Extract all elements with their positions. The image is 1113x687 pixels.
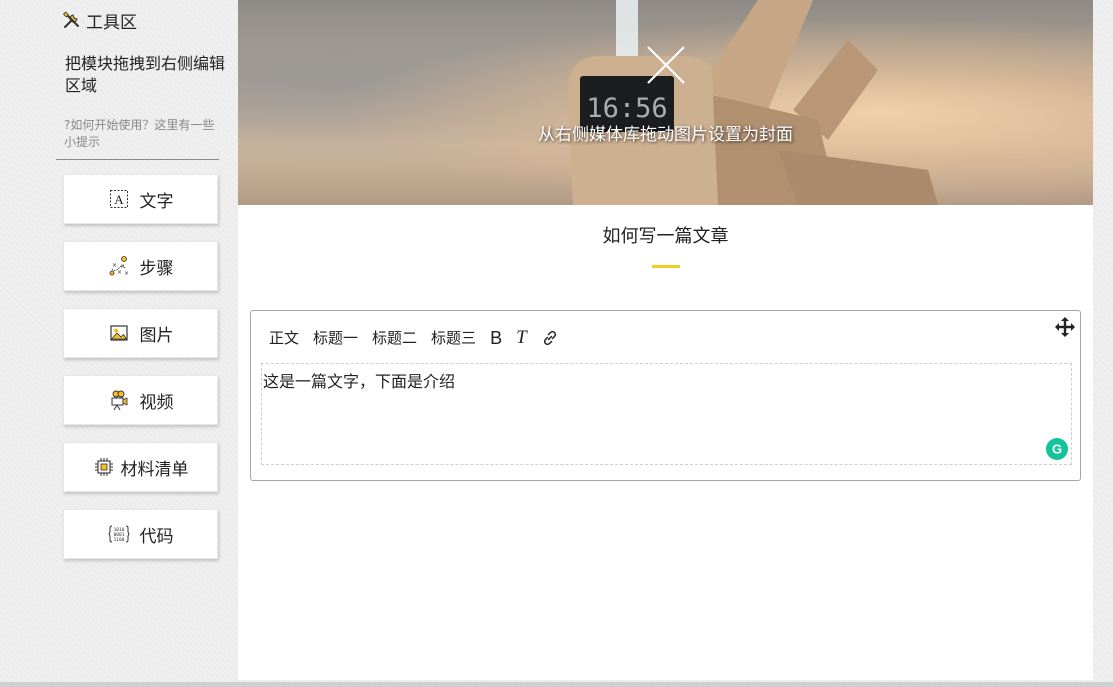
format-h3-button[interactable]: 标题三 [431,327,476,349]
cover-instruction: 从右侧媒体库拖动图片设置为封面 [538,125,793,145]
link-icon[interactable] [541,329,559,347]
tool-header-title: 工具区 [86,13,137,33]
bold-button[interactable]: B [490,327,502,349]
svg-text:A: A [114,192,124,207]
sidebar-divider [56,159,219,160]
svg-text:×: × [112,262,117,269]
sidebar: 工具区 把模块拖拽到右侧编辑区域 ?如何开始使用？这里有一些小提示 A 文字 ×… [0,0,238,687]
close-icon[interactable] [646,45,686,85]
module-materials[interactable]: 材料清单 [63,442,218,492]
grammar-check-badge: G [1052,442,1062,457]
tool-header: 工具区 [62,8,137,33]
module-video[interactable]: 视频 [63,375,218,425]
svg-text:×: × [117,269,122,276]
module-image-label: 图片 [139,325,174,346]
drag-instruction: 把模块拖拽到右侧编辑区域 [65,54,226,95]
module-code[interactable]: 1010 0001 1100 代码 [63,509,218,559]
chip-icon [93,456,115,478]
code-icon: 1010 0001 1100 [107,523,130,545]
format-h1-button[interactable]: 标题一 [313,327,358,349]
editor-area: 16:56 从右侧媒体库拖动图片设置为封面 如何写一篇文章 正文 标题一 标题二… [238,0,1093,680]
module-steps[interactable]: × × × × 步骤 [63,241,218,291]
module-video-label: 视频 [139,392,174,413]
module-text[interactable]: A 文字 [63,174,218,224]
svg-text:×: × [124,270,129,277]
module-text-label: 文字 [139,191,174,212]
italic-button[interactable]: T [516,327,527,349]
video-icon [108,389,130,411]
format-h2-button[interactable]: 标题二 [372,327,417,349]
text-icon: A [108,188,130,210]
steps-icon: × × × × [108,255,130,277]
module-image[interactable]: 图片 [63,308,218,358]
module-steps-label: 步骤 [139,258,174,279]
format-body-button[interactable]: 正文 [269,327,299,349]
title-accent-bar [652,265,680,268]
move-icon[interactable] [1054,316,1076,338]
image-icon [108,322,130,344]
format-toolbar: 正文 标题一 标题二 标题三 B T [269,327,559,349]
svg-text:1100: 1100 [113,537,124,543]
cover-image-dropzone[interactable]: 16:56 从右侧媒体库拖动图片设置为封面 [238,0,1093,205]
tools-icon [62,10,82,31]
help-hint[interactable]: ?如何开始使用？这里有一些小提示 [64,117,224,151]
cover-photo: 16:56 [568,0,938,205]
text-editor[interactable]: 这是一篇文字，下面是介绍 [261,363,1072,465]
module-code-label: 代码 [139,526,174,547]
horizontal-scrollbar[interactable] [0,682,1113,687]
article-title[interactable]: 如何写一篇文章 [238,222,1093,248]
module-materials-label: 材料清单 [120,459,189,480]
text-module[interactable]: 正文 标题一 标题二 标题三 B T 这是一篇文字，下面是介绍 G [250,310,1081,481]
grammar-check-icon[interactable]: G [1046,438,1068,460]
